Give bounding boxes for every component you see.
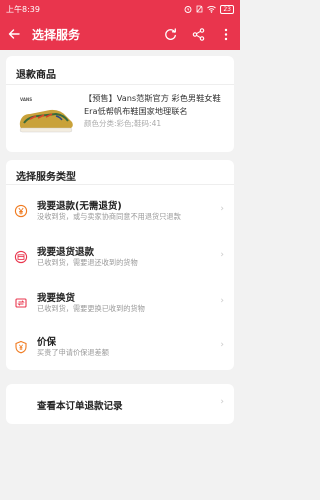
wifi-icon bbox=[207, 6, 217, 13]
service-name: 我要换货 bbox=[37, 293, 76, 304]
page-title: 选择服务 bbox=[32, 27, 81, 42]
status-bar: 上午8:39 23 bbox=[0, 0, 240, 18]
product-image: VANS bbox=[16, 92, 76, 140]
refund-goods-card: 退款商品 VANS 【预售】Vans范斯官方 彩色男鞋女鞋Era低帮帆布鞋国家地… bbox=[6, 56, 234, 152]
alarm-icon bbox=[184, 6, 192, 13]
share-button[interactable] bbox=[184, 18, 212, 50]
yen-icon bbox=[14, 204, 28, 218]
service-desc: 已收到货，需要退还收到的货物 bbox=[37, 258, 138, 267]
back-button[interactable] bbox=[0, 18, 28, 50]
exchange-icon bbox=[15, 298, 27, 308]
refresh-button[interactable] bbox=[156, 18, 184, 50]
chevron-right-icon: › bbox=[220, 397, 224, 407]
more-button[interactable] bbox=[212, 18, 240, 50]
status-icons: 23 bbox=[184, 4, 234, 14]
share-icon bbox=[192, 27, 204, 41]
product-name: 【预售】Vans范斯官方 彩色男鞋女鞋Era低帮帆布鞋国家地理联名 bbox=[84, 93, 221, 116]
service-exchange[interactable]: 我要换货 已收到货，需要更换已收到的货物 › bbox=[6, 284, 234, 330]
service-name: 我要退货退款 bbox=[37, 247, 95, 258]
battery-icon: 23 bbox=[220, 4, 234, 14]
price-protect-icon bbox=[15, 340, 27, 354]
refund-records-label: 查看本订单退款记录 bbox=[37, 401, 123, 412]
service-desc: 已收到货，需要更换已收到的货物 bbox=[37, 304, 145, 313]
back-arrow-icon bbox=[8, 29, 20, 39]
service-type-card: 选择服务类型 我要退款(无需退货) 没收到货，或与卖家协商同意不用退货只退款 ›… bbox=[6, 160, 234, 370]
chevron-right-icon: › bbox=[220, 340, 224, 350]
refund-records-link[interactable]: 查看本订单退款记录 › bbox=[6, 384, 234, 424]
service-desc: 没收到货，或与卖家协商同意不用退货只退款 bbox=[37, 212, 181, 221]
svg-text:VANS: VANS bbox=[20, 97, 32, 102]
status-time: 上午8:39 bbox=[6, 4, 40, 14]
chevron-right-icon: › bbox=[220, 204, 224, 214]
divider bbox=[6, 84, 234, 85]
header-actions bbox=[156, 18, 240, 50]
goods-section-title: 退款商品 bbox=[16, 70, 56, 81]
no-sim-icon bbox=[196, 5, 203, 13]
service-return-refund[interactable]: 我要退货退款 已收到货，需要退还收到的货物 › bbox=[6, 238, 234, 284]
refresh-icon bbox=[164, 27, 176, 40]
title-bar: 选择服务 bbox=[0, 18, 240, 50]
service-section-title: 选择服务类型 bbox=[16, 172, 76, 183]
return-box-icon bbox=[14, 250, 28, 264]
service-price-protect[interactable]: 价保 买贵了申请价保退差额 › bbox=[6, 328, 234, 374]
divider bbox=[6, 184, 234, 185]
more-dots-icon bbox=[224, 28, 228, 40]
service-name: 我要退款(无需退货) bbox=[37, 201, 122, 212]
product-sku: 颜色分类:彩色;鞋码:41 bbox=[84, 119, 162, 128]
service-refund-only[interactable]: 我要退款(无需退货) 没收到货，或与卖家协商同意不用退货只退款 › bbox=[6, 192, 234, 238]
service-name: 价保 bbox=[37, 337, 57, 348]
service-desc: 买贵了申请价保退差额 bbox=[37, 348, 109, 357]
chevron-right-icon: › bbox=[220, 296, 224, 306]
chevron-right-icon: › bbox=[220, 250, 224, 260]
